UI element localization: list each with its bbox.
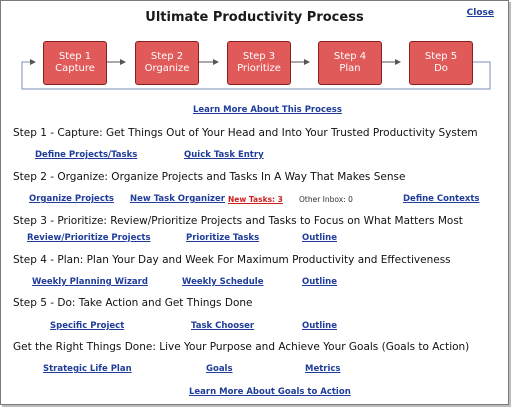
prioritize-heading: Step 3 - Prioritize: Review/Prioritize P… xyxy=(13,215,463,227)
learn-more-process-link[interactable]: Learn More About This Process xyxy=(193,105,342,115)
plan-heading: Step 4 - Plan: Plan Your Day and Week Fo… xyxy=(13,254,451,266)
step-2-organize-box[interactable]: Step 2 Organize xyxy=(135,41,199,85)
productivity-dialog: Ultimate Productivity Process Close Step… xyxy=(0,0,509,405)
step-2-label: Organize xyxy=(144,63,190,74)
new-tasks-count[interactable]: New Tasks: 3 xyxy=(228,195,283,204)
prioritize-tasks-link[interactable]: Prioritize Tasks xyxy=(186,233,259,243)
step-3-prioritize-box[interactable]: Step 3 Prioritize xyxy=(227,41,291,85)
metrics-link[interactable]: Metrics xyxy=(305,364,341,374)
goals-heading: Get the Right Things Done: Live Your Pur… xyxy=(13,341,470,353)
weekly-planning-wizard-link[interactable]: Weekly Planning Wizard xyxy=(32,277,148,287)
step-4-number: Step 4 xyxy=(333,51,367,62)
organize-heading: Step 2 - Organize: Organize Projects and… xyxy=(13,171,406,183)
other-inbox-count: Other Inbox: 0 xyxy=(299,195,353,204)
step-4-label: Plan xyxy=(339,63,361,74)
goals-link[interactable]: Goals xyxy=(206,364,233,374)
step-4-plan-box[interactable]: Step 4 Plan xyxy=(318,41,382,85)
task-chooser-link[interactable]: Task Chooser xyxy=(191,321,254,331)
step-3-number: Step 3 xyxy=(242,51,276,62)
step-5-label: Do xyxy=(434,63,448,74)
weekly-schedule-link[interactable]: Weekly Schedule xyxy=(182,277,263,287)
step-3-label: Prioritize xyxy=(237,63,281,74)
define-contexts-link[interactable]: Define Contexts xyxy=(403,194,479,204)
define-projects-tasks-link[interactable]: Define Projects/Tasks xyxy=(35,150,137,160)
step-2-number: Step 2 xyxy=(150,51,184,62)
quick-task-entry-link[interactable]: Quick Task Entry xyxy=(184,150,264,160)
learn-more-goals-link[interactable]: Learn More About Goals to Action xyxy=(189,387,351,397)
new-task-organizer-link[interactable]: New Task Organizer xyxy=(130,194,225,204)
step-1-number: Step 1 xyxy=(58,51,92,62)
do-heading: Step 5 - Do: Take Action and Get Things … xyxy=(13,297,253,309)
do-outline-link[interactable]: Outline xyxy=(302,321,337,331)
step-5-number: Step 5 xyxy=(424,51,458,62)
plan-outline-link[interactable]: Outline xyxy=(302,277,337,287)
organize-projects-link[interactable]: Organize Projects xyxy=(29,194,114,204)
prioritize-outline-link[interactable]: Outline xyxy=(302,233,337,243)
strategic-life-plan-link[interactable]: Strategic Life Plan xyxy=(43,364,132,374)
step-1-label: Capture xyxy=(55,63,95,74)
step-1-capture-box[interactable]: Step 1 Capture xyxy=(43,41,107,85)
capture-heading: Step 1 - Capture: Get Things Out of Your… xyxy=(13,127,478,139)
review-prioritize-projects-link[interactable]: Review/Prioritize Projects xyxy=(27,233,151,243)
step-5-do-box[interactable]: Step 5 Do xyxy=(409,41,473,85)
specific-project-link[interactable]: Specific Project xyxy=(50,321,124,331)
